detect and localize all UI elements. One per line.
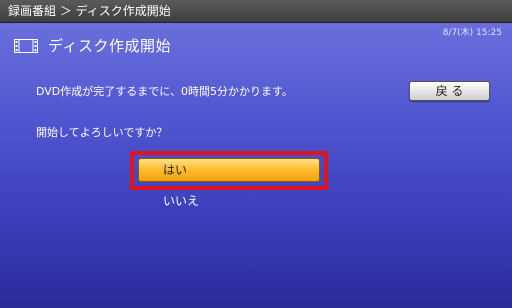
film-icon (14, 38, 38, 53)
no-button[interactable]: いいえ (163, 192, 199, 209)
duration-message: DVD作成が完了するまでに、0時間5分かかります。 (36, 85, 293, 98)
breadcrumb: 録画番組 ＞ ディスク作成開始 (8, 4, 171, 18)
page-header: ディスク作成開始 (14, 36, 171, 55)
page-title: ディスク作成開始 (48, 36, 171, 55)
yes-button[interactable]: はい (138, 158, 320, 182)
top-bar: 録画番組 ＞ ディスク作成開始 (0, 0, 512, 23)
datetime-display: 8/7(木) 15:25 (442, 28, 502, 38)
back-button[interactable]: 戻 る (409, 81, 490, 101)
confirm-question: 開始してよろしいですか？ (36, 126, 168, 139)
